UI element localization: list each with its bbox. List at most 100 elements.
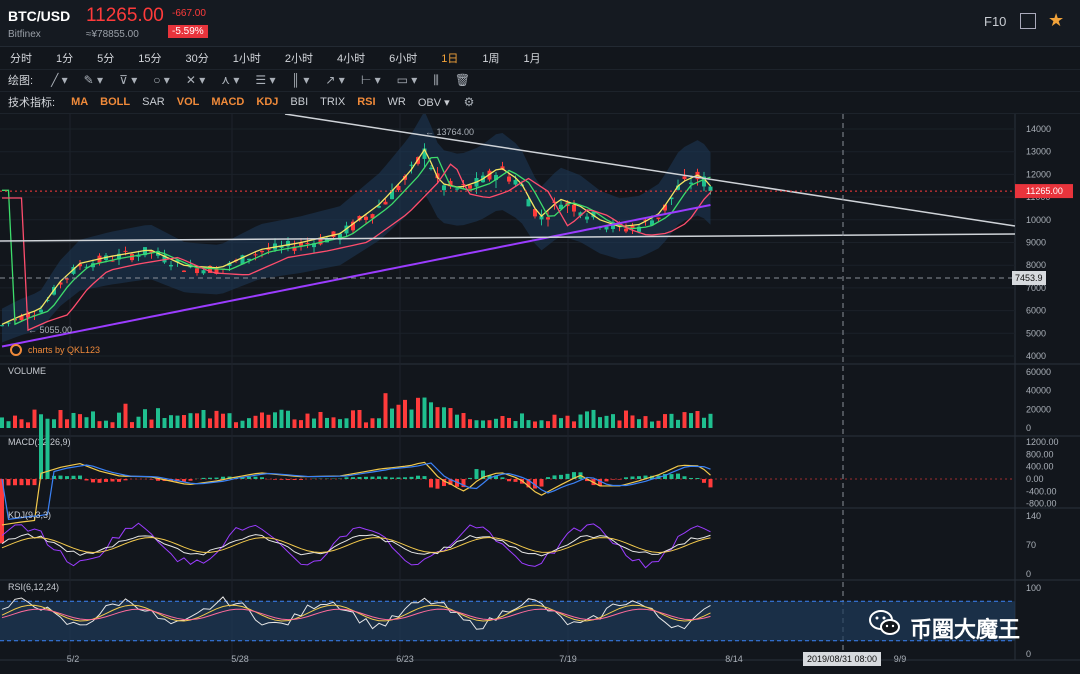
macd-histogram-bar bbox=[689, 477, 693, 479]
crosshair-price-tag: 7453.9 bbox=[1015, 273, 1043, 283]
fullscreen-icon[interactable] bbox=[1020, 13, 1036, 29]
timeframe-6[interactable]: 2小时 bbox=[285, 50, 313, 66]
timeframe-10[interactable]: 1周 bbox=[482, 50, 499, 66]
volume-bar bbox=[65, 419, 69, 428]
timeframe-4[interactable]: 30分 bbox=[186, 50, 209, 66]
macd-histogram-bar bbox=[676, 473, 680, 479]
macd-histogram-bar bbox=[149, 479, 154, 480]
macd-histogram-bar bbox=[565, 473, 570, 479]
timeframe-7[interactable]: 4小时 bbox=[337, 50, 365, 66]
volume-bar bbox=[305, 413, 310, 428]
candle-body bbox=[39, 309, 43, 313]
volume-bar bbox=[572, 421, 576, 428]
indicator-boll[interactable]: BOLL bbox=[100, 96, 130, 108]
fib-tool-icon[interactable]: ⊽ ▾ bbox=[119, 73, 137, 87]
pattern-tool-icon[interactable]: ⋏ ▾ bbox=[221, 73, 239, 87]
x-axis-date: 5/2 bbox=[67, 654, 80, 664]
favorite-star-icon[interactable]: ★ bbox=[1048, 10, 1064, 31]
pen-tool-icon[interactable]: ✎ ▾ bbox=[84, 73, 103, 87]
timeframe-8[interactable]: 6小时 bbox=[389, 50, 417, 66]
volume-bar bbox=[663, 414, 667, 428]
indicator-wr[interactable]: WR bbox=[388, 96, 406, 108]
macd-histogram-bar bbox=[221, 476, 225, 479]
candle-body bbox=[455, 188, 459, 190]
last-price: 11265.00 bbox=[86, 5, 164, 26]
timeframe-3[interactable]: 15分 bbox=[138, 50, 161, 66]
volume-bar bbox=[188, 413, 193, 428]
macd-histogram-bar bbox=[344, 477, 349, 479]
indicator-sar[interactable]: SAR bbox=[142, 96, 165, 108]
volume-bar bbox=[481, 420, 485, 428]
comment-tool-icon[interactable]: ▭ ▾ bbox=[397, 73, 418, 87]
cross-tool-icon[interactable]: ✕ ▾ bbox=[186, 73, 205, 87]
volume-bar bbox=[416, 397, 420, 428]
candle-body bbox=[253, 254, 258, 256]
circle-tool-icon[interactable]: ○ ▾ bbox=[153, 73, 170, 87]
volume-bar bbox=[591, 409, 596, 428]
kdj-j-line bbox=[1, 522, 711, 569]
chart-settings-icon[interactable]: ⫼ bbox=[433, 73, 439, 88]
indicator-bbi[interactable]: BBI bbox=[290, 96, 308, 108]
candle-body bbox=[0, 325, 4, 327]
timeframe-0[interactable]: 分时 bbox=[10, 50, 32, 66]
trash-icon[interactable]: 🗑 bbox=[455, 73, 470, 87]
indicator-ma[interactable]: MA bbox=[71, 96, 88, 108]
macd-histogram-bar bbox=[383, 476, 388, 479]
timeframe-2[interactable]: 5分 bbox=[97, 50, 114, 66]
kdj-label: KDJ(9,3,3) bbox=[8, 510, 51, 520]
grid-tool-icon[interactable]: ║ ▾ bbox=[292, 73, 310, 87]
indicator-settings-icon[interactable]: ⚙ bbox=[464, 95, 475, 109]
chart-area[interactable]: 1400013000120001100010000900080007000600… bbox=[0, 114, 1080, 674]
volume-bar bbox=[338, 419, 342, 428]
volume-bar bbox=[240, 420, 245, 428]
macd-histogram-bar bbox=[474, 469, 479, 479]
indicator-vol[interactable]: VOL bbox=[177, 96, 200, 108]
x-axis-date: 7/19 bbox=[559, 654, 577, 664]
indicator-bar: 技术指标: MA BOLL SAR VOL MACD KDJ BBI TRIX RSI WR OBV… bbox=[0, 91, 1080, 114]
volume-bar bbox=[461, 413, 466, 428]
price-tick: 4000 bbox=[1026, 351, 1046, 361]
indicator-rsi[interactable]: RSI bbox=[357, 96, 375, 108]
macd-histogram-bar bbox=[351, 477, 355, 479]
macd-histogram-bar bbox=[507, 479, 511, 482]
arrow-tool-icon[interactable]: ↗ ▾ bbox=[325, 73, 344, 87]
rsi-label: RSI(6,12,24) bbox=[8, 582, 59, 592]
candle-body bbox=[624, 228, 628, 232]
indicator-obv[interactable]: OBV ▾ bbox=[418, 96, 450, 109]
volume-bar bbox=[221, 413, 225, 428]
volume-bar bbox=[52, 419, 56, 428]
timeframe-9[interactable]: 1日 bbox=[441, 50, 458, 66]
price-cny: ≈¥78855.00 bbox=[86, 29, 139, 40]
macd-histogram-bar bbox=[84, 479, 89, 481]
timeframe-1[interactable]: 1分 bbox=[56, 50, 73, 66]
indicator-kdj[interactable]: KDJ bbox=[256, 96, 278, 108]
volume-bar bbox=[136, 416, 141, 428]
volume-bar bbox=[299, 420, 303, 428]
volume-bar bbox=[162, 418, 167, 428]
indicator-trix[interactable]: TRIX bbox=[320, 96, 345, 108]
line-tool-icon[interactable]: ╱ ▾ bbox=[51, 73, 68, 87]
macd-tick: -400.00 bbox=[1026, 486, 1057, 496]
volume-bar bbox=[201, 409, 206, 428]
f10-button[interactable]: F10 bbox=[984, 14, 1006, 29]
macd-histogram-bar bbox=[416, 475, 420, 479]
macd-histogram-bar bbox=[403, 477, 407, 479]
macd-histogram-bar bbox=[6, 479, 11, 486]
volume-bar bbox=[520, 413, 524, 428]
timeframe-5[interactable]: 1小时 bbox=[233, 50, 261, 66]
volume-label: VOLUME bbox=[8, 366, 46, 376]
macd-histogram-bar bbox=[279, 479, 284, 480]
measure-tool-icon[interactable]: ⊢ ▾ bbox=[361, 73, 381, 87]
indicator-macd[interactable]: MACD bbox=[211, 96, 244, 108]
pair-name[interactable]: BTC/USD bbox=[8, 8, 70, 24]
macd-histogram-bar bbox=[247, 476, 251, 479]
macd-tick: 0.00 bbox=[1026, 474, 1044, 484]
timeframe-11[interactable]: 1月 bbox=[524, 50, 541, 66]
volume-bar bbox=[71, 412, 76, 428]
volume-tick: 60000 bbox=[1026, 367, 1051, 377]
volume-bar bbox=[149, 419, 154, 428]
volume-bar bbox=[32, 409, 37, 428]
current-price-tag: 11265.00 bbox=[1026, 186, 1063, 196]
channel-tool-icon[interactable]: ☰ ▾ bbox=[255, 73, 275, 87]
candle-body bbox=[195, 268, 199, 274]
